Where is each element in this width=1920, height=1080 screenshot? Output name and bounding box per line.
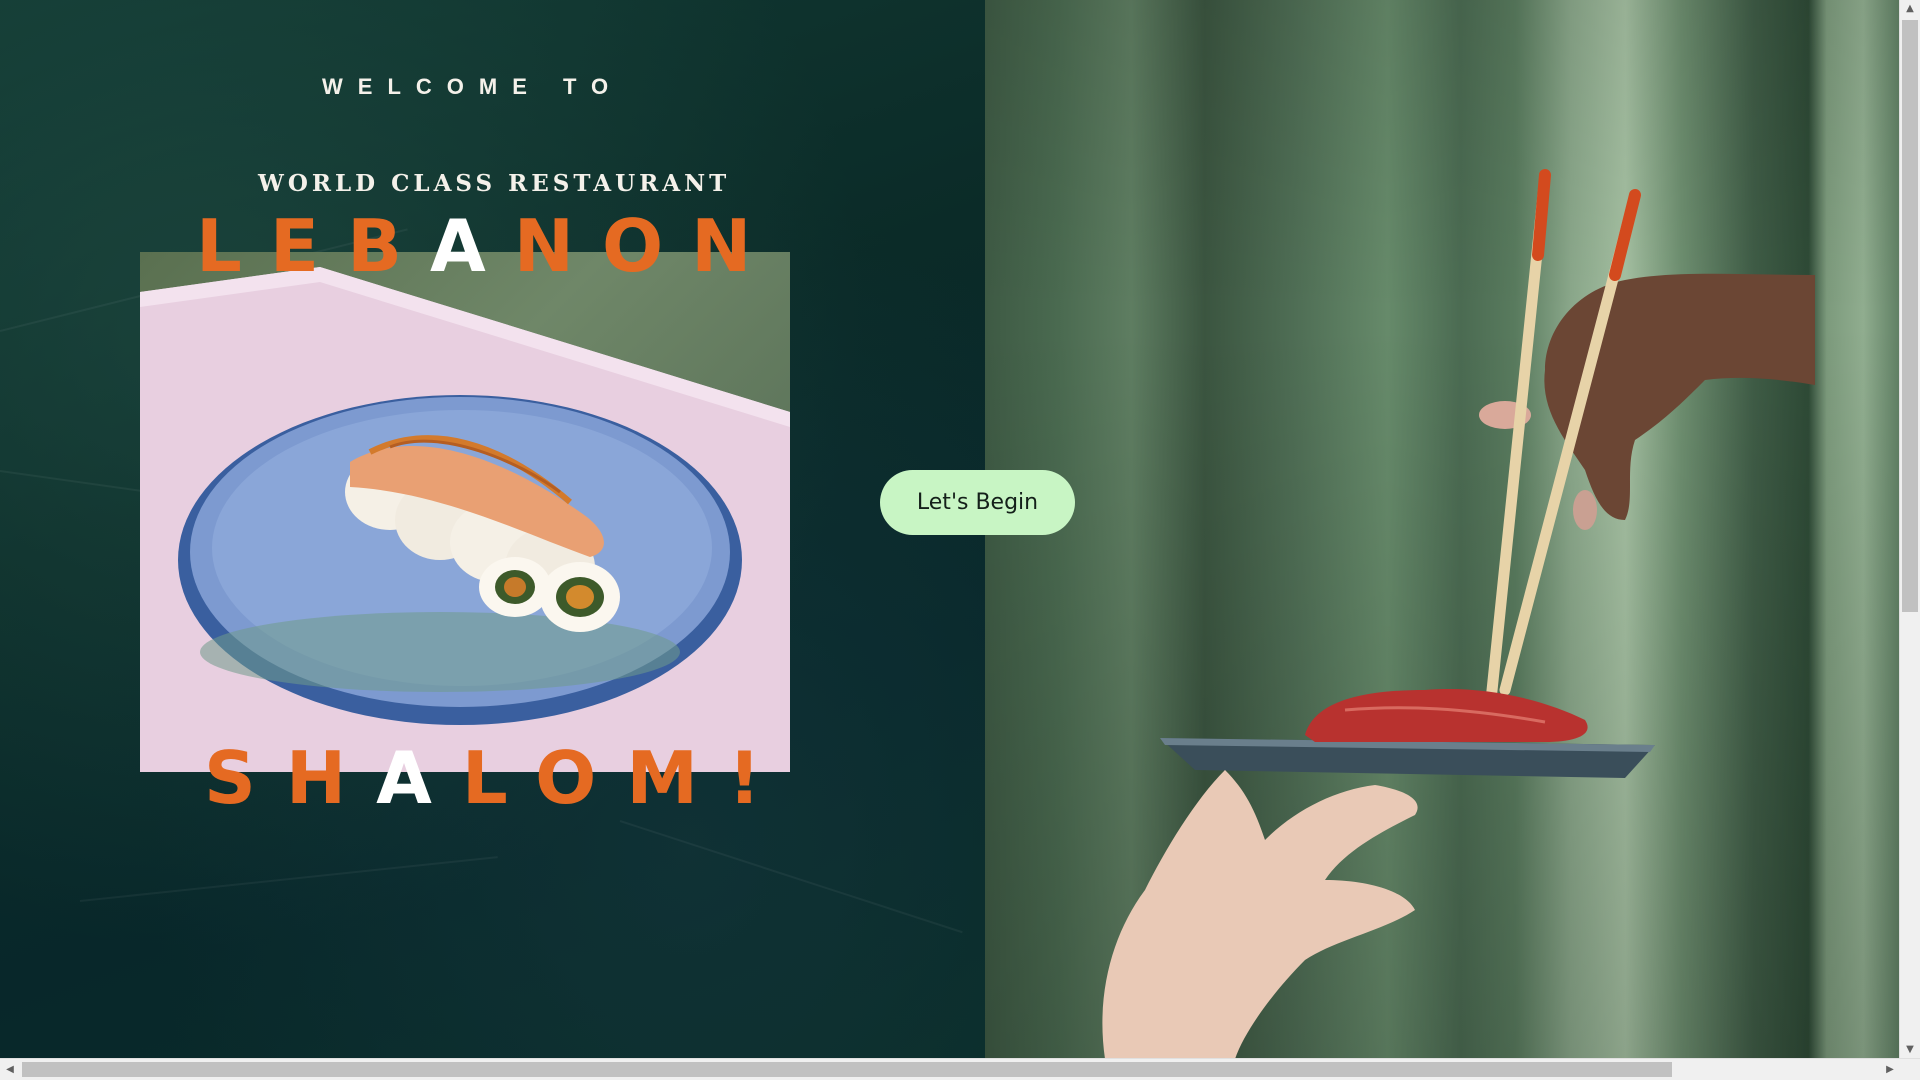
sushi-plate-image [140, 252, 790, 772]
headline-lebanon-part-2: NON [513, 204, 780, 288]
vertical-scrollbar[interactable]: ▲ ▼ [1899, 0, 1920, 1059]
vertical-scroll-thumb[interactable] [1902, 20, 1918, 612]
lets-begin-button[interactable]: Let's Begin [880, 470, 1075, 535]
headline-shalom-highlight: A [376, 736, 462, 820]
scroll-down-icon[interactable]: ▼ [1900, 1041, 1920, 1059]
headline-shalom: SHALOM! [204, 742, 791, 814]
scroll-left-icon[interactable]: ◀ [0, 1059, 20, 1080]
scrollbar-corner [1900, 1059, 1920, 1080]
hand-with-chopsticks-image [1102, 169, 1815, 1059]
headline-lebanon-highlight: A [429, 204, 514, 288]
tagline: WORLD CLASS RESTAURANT [258, 170, 731, 197]
welcome-text: WELCOME TO [322, 74, 624, 99]
headline-shalom-part-2: LOM! [461, 736, 791, 820]
horizontal-scrollbar[interactable]: ◀ ▶ [0, 1058, 1920, 1080]
headline-lebanon: LEBANON [196, 210, 779, 282]
scroll-up-icon[interactable]: ▲ [1900, 0, 1920, 18]
horizontal-scroll-thumb[interactable] [22, 1062, 1672, 1077]
page: WELCOME TO WORLD CLASS RESTAURANT LEBANO… [0, 0, 1920, 1080]
sushi-illustration [140, 267, 790, 772]
headline-shalom-part-1: SH [204, 736, 377, 820]
headline-lebanon-part-1: LEB [196, 204, 430, 288]
scroll-right-icon[interactable]: ▶ [1880, 1059, 1900, 1080]
